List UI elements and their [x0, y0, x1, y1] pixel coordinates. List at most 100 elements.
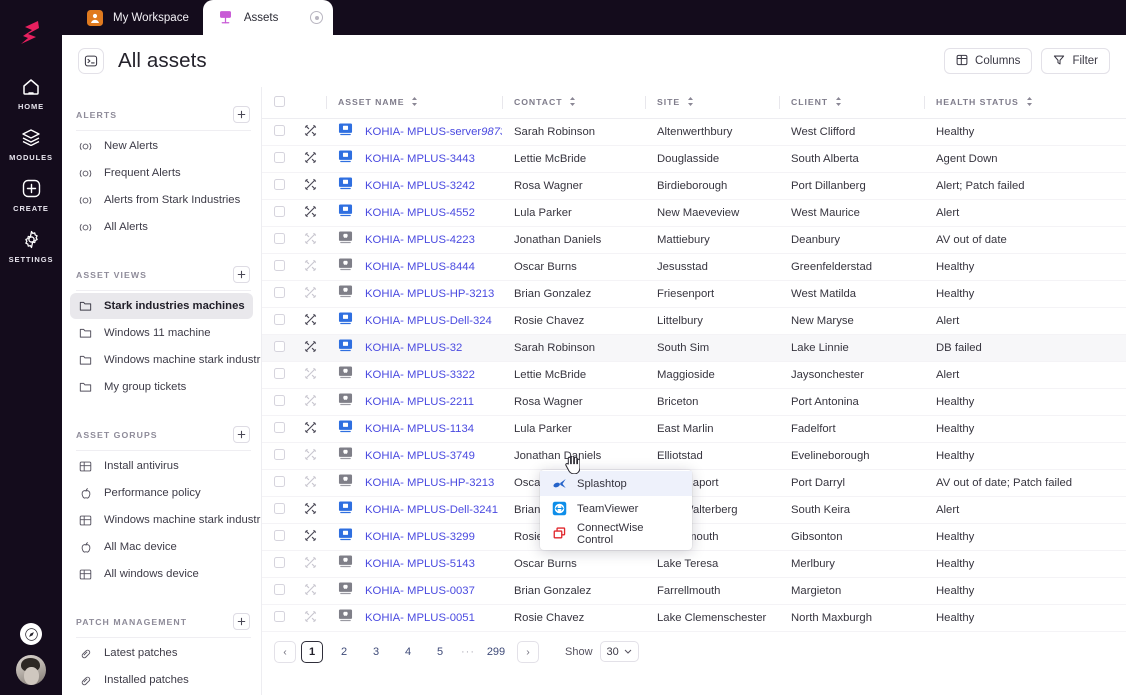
sort-icon[interactable] [569, 97, 576, 108]
filter-button[interactable]: Filter [1041, 48, 1110, 74]
row-tools-cell[interactable] [292, 118, 326, 145]
add-asset-group-button[interactable] [233, 426, 250, 443]
table-row[interactable]: KOHIA- MPLUS-Dell-324Rosie ChavezLittelb… [262, 307, 1126, 334]
row-tools-cell[interactable] [292, 496, 326, 523]
page-button-3[interactable]: 3 [365, 641, 387, 663]
page-button-1[interactable]: 1 [301, 641, 323, 663]
row-tools-cell[interactable] [292, 469, 326, 496]
sidebar-item-all-mac-device[interactable]: All Mac device [70, 534, 253, 560]
row-checkbox[interactable] [274, 449, 285, 460]
context-menu-item-connectwise-control[interactable]: ConnectWise Control [540, 521, 692, 546]
add-patch-view-button[interactable] [233, 613, 250, 630]
table-row[interactable]: KOHIA- MPLUS-3299Rosie ChavezDrakemouthG… [262, 523, 1126, 550]
table-row[interactable]: KOHIA- MPLUS-3443Lettie McBrideDouglassi… [262, 145, 1126, 172]
add-asset-view-button[interactable] [233, 266, 250, 283]
asset-name-link[interactable]: KOHIA- MPLUS-8444 [365, 261, 475, 273]
sidebar-item-my-group-tickets[interactable]: My group tickets [70, 374, 253, 400]
table-row[interactable]: KOHIA- MPLUS-3322Lettie McBrideMaggiosid… [262, 361, 1126, 388]
row-tools-cell[interactable] [292, 415, 326, 442]
brand-logo[interactable] [11, 12, 51, 52]
page-button-2[interactable]: 2 [333, 641, 355, 663]
row-checkbox[interactable] [274, 206, 285, 217]
table-row[interactable]: KOHIA- MPLUS-2211Rosa WagnerBricetonPort… [262, 388, 1126, 415]
asset-name-link[interactable]: KOHIA- MPLUS-3749 [365, 450, 475, 462]
sort-icon[interactable] [835, 97, 842, 108]
row-checkbox[interactable] [274, 125, 285, 136]
sidebar-item-stark-industries-machines[interactable]: Stark industries machines [70, 293, 253, 319]
row-checkbox[interactable] [274, 584, 285, 595]
row-checkbox[interactable] [274, 368, 285, 379]
row-checkbox[interactable] [274, 314, 285, 325]
sort-icon[interactable] [687, 97, 694, 108]
row-tools-cell[interactable] [292, 388, 326, 415]
row-checkbox[interactable] [274, 530, 285, 541]
close-icon[interactable] [310, 11, 323, 24]
sidebar-item-new-alerts[interactable]: New Alerts [70, 133, 253, 159]
table-row[interactable]: KOHIA- MPLUS-4223Jonathan DanielsMattieb… [262, 226, 1126, 253]
sidebar-item-install-antivirus[interactable]: Install antivirus [70, 453, 253, 479]
row-tools-cell[interactable] [292, 145, 326, 172]
rail-item-home[interactable]: HOME [0, 66, 62, 117]
page-size-select[interactable]: 30 [600, 641, 639, 662]
row-tools-cell[interactable] [292, 280, 326, 307]
row-checkbox[interactable] [274, 422, 285, 433]
sidebar-item-all-windows-device[interactable]: All windows device [70, 561, 253, 587]
table-row[interactable]: KOHIA- MPLUS-Dell-3241Brian GonzalezNew … [262, 496, 1126, 523]
row-checkbox[interactable] [274, 341, 285, 352]
column-header-asset-name[interactable]: ASSET NAME [326, 87, 502, 118]
rail-item-create[interactable]: CREATE [0, 168, 62, 219]
row-tools-cell[interactable] [292, 604, 326, 631]
sidebar-item-windows-machine-stark-industries[interactable]: Windows machine stark industries [70, 347, 253, 373]
rail-item-modules[interactable]: MODULES [0, 117, 62, 168]
asset-name-link[interactable]: KOHIA- MPLUS-Dell-3241 [365, 504, 498, 516]
row-tools-cell[interactable] [292, 523, 326, 550]
next-page-button[interactable]: › [517, 641, 539, 663]
row-checkbox[interactable] [274, 611, 285, 622]
sidebar-item-frequent-alerts[interactable]: Frequent Alerts [70, 160, 253, 186]
row-tools-cell[interactable] [292, 226, 326, 253]
tab-my-workspace[interactable]: My Workspace [72, 0, 203, 35]
prev-page-button[interactable]: ‹ [274, 641, 296, 663]
row-checkbox[interactable] [274, 503, 285, 514]
asset-name-link[interactable]: KOHIA- MPLUS-5143 [365, 558, 475, 570]
select-all-checkbox[interactable] [274, 96, 285, 107]
column-header-site[interactable]: SITE [645, 87, 779, 118]
context-menu-item-teamviewer[interactable]: TeamViewer [540, 496, 692, 521]
tab-assets[interactable]: Assets [203, 0, 334, 35]
row-checkbox[interactable] [274, 260, 285, 271]
user-avatar[interactable] [16, 655, 46, 685]
asset-name-link[interactable]: KOHIA- MPLUS-2211 [365, 396, 474, 408]
sort-icon[interactable] [411, 97, 418, 108]
row-tools-cell[interactable] [292, 199, 326, 226]
column-header-contact[interactable]: CONTACT [502, 87, 645, 118]
compass-icon[interactable] [20, 623, 42, 645]
sidebar-item-all-alerts[interactable]: All Alerts [70, 214, 253, 240]
row-checkbox[interactable] [274, 287, 285, 298]
row-tools-cell[interactable] [292, 550, 326, 577]
row-tools-cell[interactable] [292, 442, 326, 469]
asset-name-link[interactable]: KOHIA- MPLUS-3242 [365, 180, 475, 192]
table-row[interactable]: KOHIA- MPLUS-32Sarah RobinsonSouth SimLa… [262, 334, 1126, 361]
column-header-client[interactable]: CLIENT [779, 87, 924, 118]
page-button-5[interactable]: 5 [429, 641, 451, 663]
table-row[interactable]: KOHIA- MPLUS-5143Oscar BurnsLake TeresaM… [262, 550, 1126, 577]
sidebar-item-windows-machine-stark-industries-group[interactable]: Windows machine stark industries [70, 507, 253, 533]
asset-name-link[interactable]: KOHIA- MPLUS-HP-3213 [365, 477, 494, 489]
sidebar-item-performance-policy[interactable]: Performance policy [70, 480, 253, 506]
row-tools-cell[interactable] [292, 577, 326, 604]
row-checkbox[interactable] [274, 476, 285, 487]
row-tools-cell[interactable] [292, 172, 326, 199]
asset-name-link[interactable]: KOHIA- MPLUS-0037 [365, 585, 475, 597]
asset-name-link[interactable]: KOHIA- MPLUS-3322 [365, 369, 475, 381]
sidebar-item-latest-patches[interactable]: Latest patches [70, 640, 253, 666]
asset-name-link[interactable]: KOHIA- MPLUS-3299 [365, 531, 475, 543]
asset-name-link[interactable]: KOHIA- MPLUS-4552 [365, 207, 475, 219]
row-tools-cell[interactable] [292, 307, 326, 334]
row-tools-cell[interactable] [292, 253, 326, 280]
page-button-last[interactable]: 299 [485, 641, 507, 663]
asset-name-link[interactable]: KOHIA- MPLUS-0051 [365, 612, 475, 624]
table-row[interactable]: KOHIA- MPLUS-8444Oscar BurnsJesusstadGre… [262, 253, 1126, 280]
asset-name-link[interactable]: KOHIA- MPLUS-1134 [365, 423, 474, 435]
row-checkbox[interactable] [274, 152, 285, 163]
page-button-4[interactable]: 4 [397, 641, 419, 663]
